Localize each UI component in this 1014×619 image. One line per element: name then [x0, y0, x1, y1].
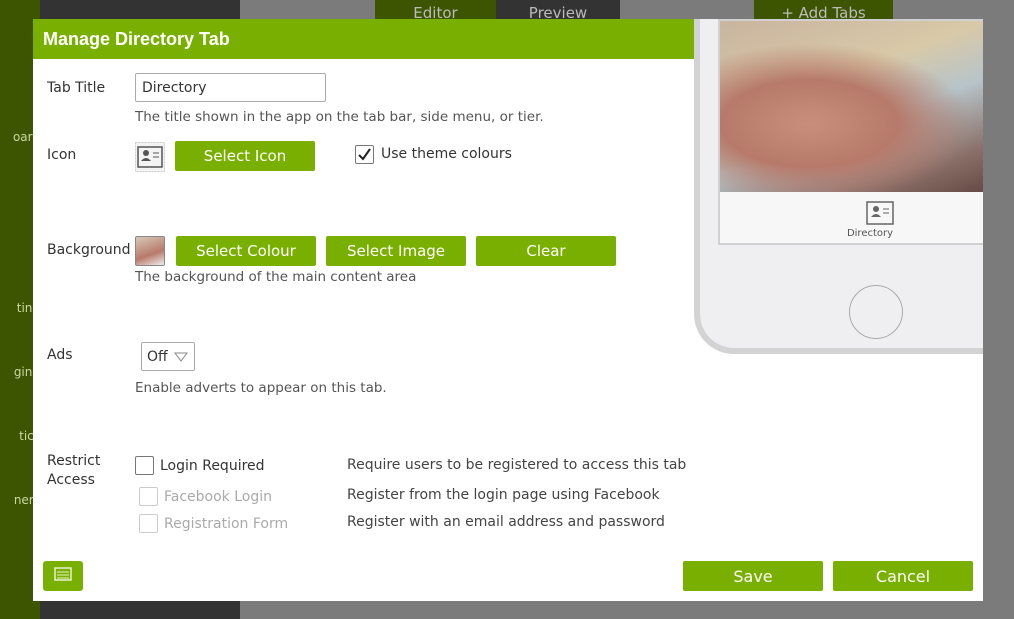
- clear-background-button[interactable]: Clear: [476, 236, 616, 266]
- manage-tab-dialog: Manage Directory Tab Directory Tab Title…: [33, 19, 983, 601]
- ads-help: Enable adverts to appear on this tab.: [135, 380, 387, 396]
- facebook-login-label: Facebook Login: [164, 489, 273, 505]
- tab-title-label: Tab Title: [47, 80, 106, 96]
- tab-title-help: The title shown in the app on the tab ba…: [135, 109, 544, 125]
- dialog-title: Manage Directory Tab: [43, 29, 230, 49]
- preview-screen: Directory: [718, 19, 983, 245]
- notes-button[interactable]: [43, 561, 83, 591]
- registration-form-checkbox[interactable]: [139, 514, 158, 533]
- home-button: [849, 285, 903, 339]
- restrict-access-label: Restrict Access: [47, 453, 101, 488]
- login-required-desc: Require users to be registered to access…: [347, 457, 687, 473]
- select-icon-button[interactable]: Select Icon: [175, 141, 315, 171]
- use-theme-colours-checkbox[interactable]: [355, 145, 374, 164]
- directory-card-icon: [135, 142, 165, 172]
- chevron-down-icon: [174, 352, 188, 362]
- directory-card-icon: [866, 201, 894, 225]
- use-theme-colours-label: Use theme colours: [381, 146, 512, 162]
- ads-select[interactable]: Off: [141, 342, 195, 371]
- tab-title-input[interactable]: [135, 73, 326, 102]
- ads-label: Ads: [47, 347, 73, 363]
- phone-preview: Directory: [694, 19, 983, 354]
- registration-form-label: Registration Form: [164, 516, 289, 532]
- preview-tab-label: Directory: [846, 228, 894, 239]
- add-tabs-button[interactable]: + Add Tabs: [754, 0, 893, 19]
- background-thumbnail: [135, 236, 165, 266]
- select-colour-button[interactable]: Select Colour: [176, 236, 316, 266]
- tab-preview[interactable]: Preview: [496, 0, 620, 19]
- facebook-login-checkbox[interactable]: [139, 487, 158, 506]
- login-required-label: Login Required: [160, 458, 265, 474]
- background-label: Background: [47, 242, 131, 258]
- tab-editor[interactable]: Editor: [375, 0, 496, 19]
- ads-select-value: Off: [147, 349, 168, 365]
- save-button[interactable]: Save: [683, 561, 823, 591]
- background-help: The background of the main content area: [135, 269, 417, 285]
- login-required-checkbox[interactable]: [135, 456, 154, 475]
- preview-background-image: [720, 21, 983, 192]
- icon-label: Icon: [47, 147, 77, 163]
- facebook-login-desc: Register from the login page using Faceb…: [347, 487, 660, 503]
- registration-form-desc: Register with an email address and passw…: [347, 514, 665, 530]
- checkmark-icon: [358, 148, 371, 161]
- list-icon: [54, 567, 72, 581]
- select-image-button[interactable]: Select Image: [326, 236, 466, 266]
- cancel-button[interactable]: Cancel: [833, 561, 973, 591]
